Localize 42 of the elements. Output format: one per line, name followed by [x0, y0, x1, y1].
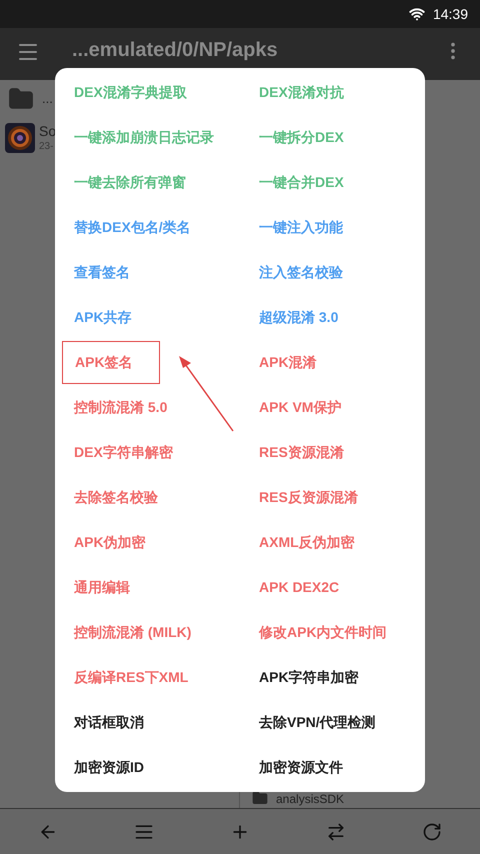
toolbar-title: ...emulated/0/NP/apks [72, 38, 279, 62]
menu-item[interactable]: 超级混淆 3.0 [247, 296, 350, 339]
menu-item[interactable]: 替换DEX包名/类名 [62, 206, 203, 249]
wifi-icon [408, 6, 425, 22]
folder-icon [252, 790, 268, 806]
file-name: So [39, 123, 56, 140]
status-time: 14:39 [432, 4, 468, 24]
menu-item[interactable]: 修改APK内文件时间 [247, 611, 399, 654]
refresh-icon[interactable] [422, 822, 442, 842]
menu-item[interactable]: 去除VPN/代理检测 [247, 701, 388, 744]
menu-item[interactable]: 一键合并DEX [247, 161, 356, 204]
menu-item[interactable]: RES资源混淆 [247, 431, 356, 474]
menu-item[interactable]: 控制流混淆 (MILK) [62, 611, 204, 654]
menu-item[interactable]: 反编译RES下XML [62, 656, 200, 699]
menu-item[interactable]: DEX字符串解密 [62, 431, 185, 474]
menu-item[interactable]: 去除签名校验 [62, 476, 170, 519]
menu-item[interactable]: APK DEX2C [247, 566, 352, 609]
menu-item[interactable]: 查看签名 [62, 251, 142, 294]
menu-item[interactable]: 加密资源文件 [247, 746, 355, 789]
menu-item[interactable]: APK共存 [62, 296, 144, 339]
menu-item[interactable]: 一键注入功能 [247, 206, 355, 249]
menu-item[interactable]: APK签名 [62, 341, 160, 384]
menu-item[interactable]: 注入签名校验 [247, 251, 355, 294]
menu-item[interactable]: AXML反伪加密 [247, 521, 367, 564]
menu-item[interactable]: 控制流混淆 5.0 [62, 386, 180, 429]
folder-icon [8, 86, 34, 112]
menu-item[interactable]: APK字符串加密 [247, 656, 371, 699]
menu-item[interactable]: 一键拆分DEX [247, 116, 356, 159]
file-name: analysisSDK [276, 792, 344, 806]
menu-item[interactable]: 一键添加崩溃日志记录 [62, 116, 226, 159]
menu-item[interactable]: 一键去除所有弹窗 [62, 161, 198, 204]
menu-item[interactable]: RES反资源混淆 [247, 476, 370, 519]
menu-item[interactable]: 对话框取消 [62, 701, 156, 744]
menu-item[interactable]: APK混淆 [247, 341, 329, 384]
menu-item[interactable]: APK伪加密 [62, 521, 158, 564]
menu-item[interactable]: APK VM保护 [247, 386, 354, 429]
menu-item[interactable]: 加密资源ID [62, 746, 156, 789]
file-name: ... [42, 90, 53, 108]
swap-icon[interactable] [326, 822, 346, 842]
menu-item[interactable]: 通用编辑 [62, 566, 142, 609]
menu-item[interactable]: DEX混淆字典提取 [62, 71, 199, 114]
menu-item[interactable]: DEX混淆对抗 [247, 71, 356, 114]
